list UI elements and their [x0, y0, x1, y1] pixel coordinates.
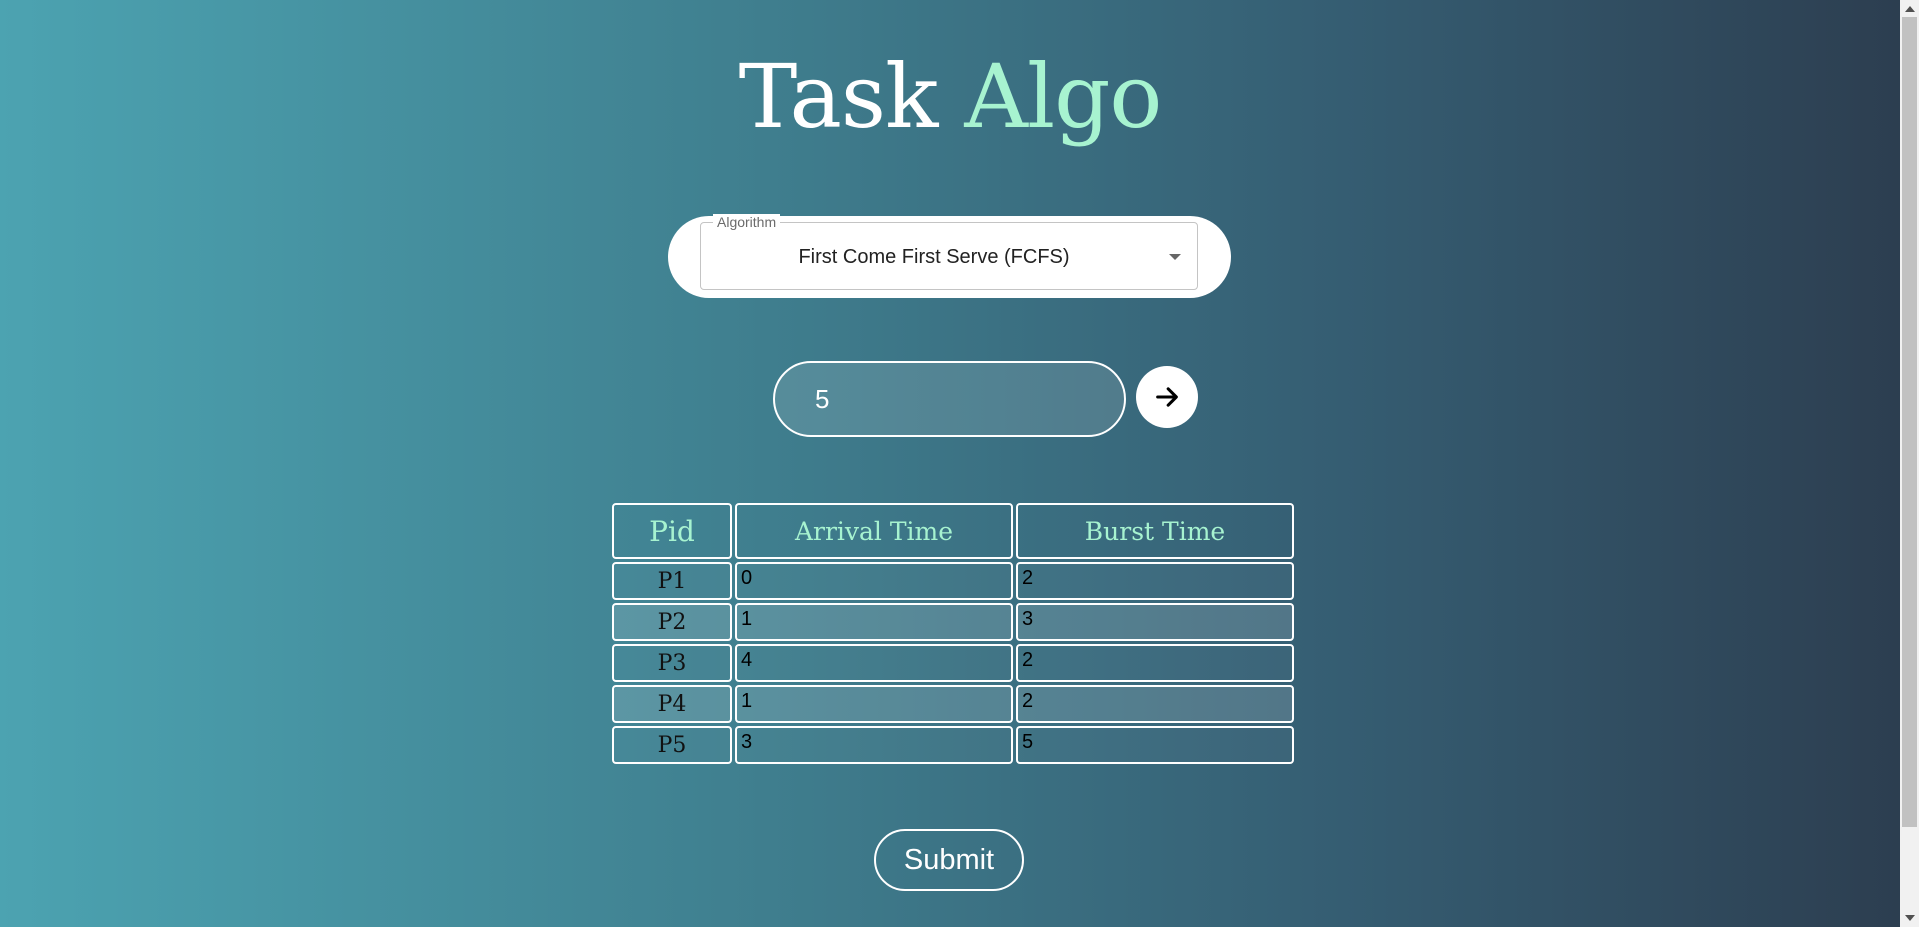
arrow-right-icon — [1156, 387, 1178, 407]
scroll-up-icon[interactable] — [1905, 6, 1915, 12]
column-header-burst-time: Burst Time — [1016, 503, 1294, 559]
burst-time-input[interactable]: 2 — [1016, 562, 1294, 600]
arrival-time-input[interactable]: 3 — [735, 726, 1013, 764]
scrollbar-thumb[interactable] — [1902, 17, 1917, 827]
burst-time-input[interactable]: 2 — [1016, 685, 1294, 723]
burst-time-input[interactable]: 2 — [1016, 644, 1294, 682]
algorithm-select[interactable]: Algorithm First Come First Serve (FCFS) — [700, 214, 1198, 290]
title-main: Task — [738, 45, 939, 148]
title-accent: Algo — [964, 45, 1162, 148]
scroll-down-icon[interactable] — [1905, 915, 1915, 921]
process-table: Pid Arrival Time Burst Time P1 0 2 P2 1 … — [609, 500, 1297, 767]
page-title: Task Algo — [0, 45, 1900, 148]
table-row: P1 0 2 — [612, 562, 1294, 600]
burst-time-input[interactable]: 3 — [1016, 603, 1294, 641]
vertical-scrollbar[interactable] — [1900, 0, 1919, 927]
pid-cell: P4 — [612, 685, 732, 723]
table-row: P5 3 5 — [612, 726, 1294, 764]
table-row: P4 1 2 — [612, 685, 1294, 723]
pid-cell: P3 — [612, 644, 732, 682]
arrival-time-input[interactable]: 1 — [735, 685, 1013, 723]
algorithm-select-value[interactable]: First Come First Serve (FCFS) — [701, 223, 1197, 289]
submit-button[interactable]: Submit — [874, 829, 1024, 891]
pid-cell: P5 — [612, 726, 732, 764]
page: Task Algo Algorithm First Come First Ser… — [0, 0, 1900, 927]
pid-cell: P2 — [612, 603, 732, 641]
column-header-arrival-time: Arrival Time — [735, 503, 1013, 559]
column-header-pid: Pid — [612, 503, 732, 559]
arrival-time-input[interactable]: 4 — [735, 644, 1013, 682]
algorithm-select-container: Algorithm First Come First Serve (FCFS) — [668, 214, 1231, 298]
caret-down-icon[interactable] — [1169, 254, 1181, 260]
arrival-time-input[interactable]: 1 — [735, 603, 1013, 641]
table-row: P2 1 3 — [612, 603, 1294, 641]
table-header-row: Pid Arrival Time Burst Time — [612, 503, 1294, 559]
burst-time-input[interactable]: 5 — [1016, 726, 1294, 764]
arrival-time-input[interactable]: 0 — [735, 562, 1013, 600]
process-count-input[interactable]: 5 — [773, 361, 1126, 437]
pid-cell: P1 — [612, 562, 732, 600]
table-row: P3 4 2 — [612, 644, 1294, 682]
go-button[interactable] — [1136, 366, 1198, 428]
